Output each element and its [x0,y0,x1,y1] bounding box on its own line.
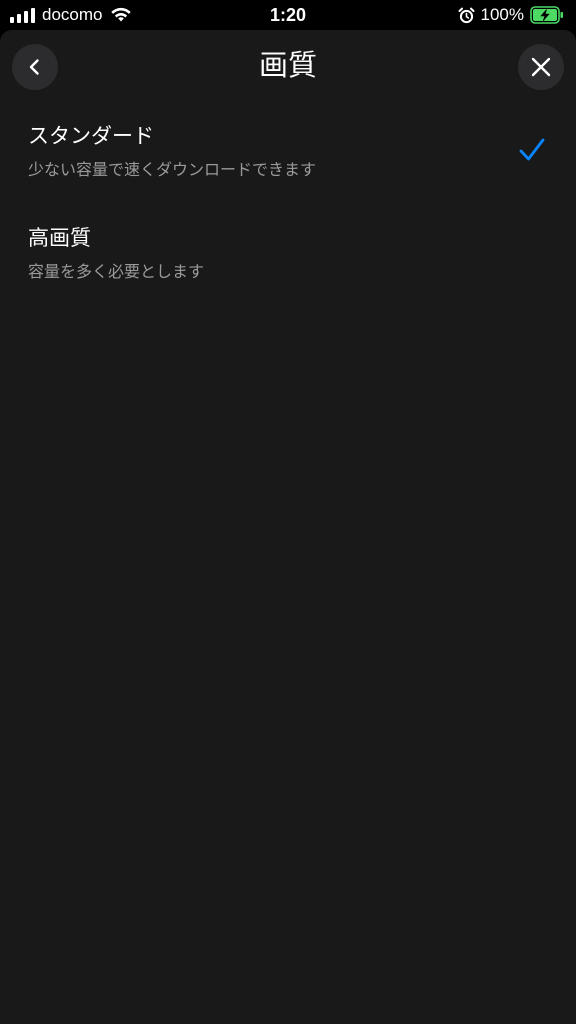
option-high-quality[interactable]: 高画質 容量を多く必要とします [0,214,576,306]
option-title: 高画質 [28,226,91,250]
close-button[interactable] [518,44,564,90]
status-bar: docomo 1:20 100% [0,0,576,30]
option-title: スタンダード [28,124,154,148]
battery-charging-icon [530,6,563,24]
alarm-icon [458,7,475,23]
close-icon [531,57,551,77]
option-subtitle: 少ない容量で速くダウンロードできます [28,160,317,179]
page-title: 画質 [258,48,317,82]
checkmark-icon [519,138,545,161]
status-right: 100% [458,5,564,25]
battery-percent: 100% [480,5,524,24]
screen: docomo 1:20 100% 画質 スタンダード 少ない容量で速くダウンロー… [0,0,576,1024]
quality-sheet: 画質 スタンダード 少ない容量で速くダウンロードできます 高画質 容量を多く必要… [0,30,576,1024]
option-subtitle: 容量を多く必要とします [28,262,205,281]
option-standard[interactable]: スタンダード 少ない容量で速くダウンロードできます [0,112,576,204]
